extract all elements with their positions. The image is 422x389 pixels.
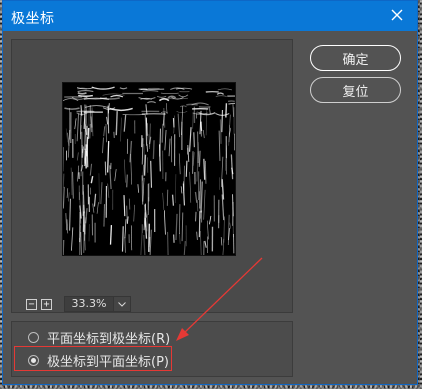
title-bar: 极坐标 [3, 1, 417, 31]
zoom-controls: − + 33.3% [26, 296, 131, 312]
ok-button[interactable]: 确定 [310, 45, 401, 71]
close-button[interactable] [387, 5, 407, 25]
zoom-level-field[interactable]: 33.3% [64, 296, 114, 312]
close-icon [391, 9, 403, 21]
radio-rect-to-polar[interactable] [28, 331, 39, 343]
minus-icon: − [28, 298, 35, 310]
plus-icon: + [43, 298, 50, 310]
dialog-title: 极坐标 [11, 11, 55, 27]
zoom-out-button[interactable]: − [26, 298, 37, 310]
annotation-highlight-box [14, 346, 172, 371]
zoom-in-button[interactable]: + [41, 298, 52, 310]
polar-coordinates-dialog: 极坐标 − + 33.3% 确定 复位 平面坐标到极坐标(R) 极坐标到平面坐标… [2, 0, 418, 385]
preview-panel: − + 33.3% [11, 39, 293, 313]
zoom-dropdown[interactable] [114, 296, 131, 312]
option-rect-to-polar[interactable]: 平面坐标到极坐标(R) [28, 327, 170, 347]
chevron-down-icon [118, 301, 126, 307]
filter-preview-image[interactable] [62, 82, 236, 256]
option-rect-to-polar-label: 平面坐标到极坐标(R) [47, 331, 171, 347]
reset-button[interactable]: 复位 [310, 77, 401, 103]
